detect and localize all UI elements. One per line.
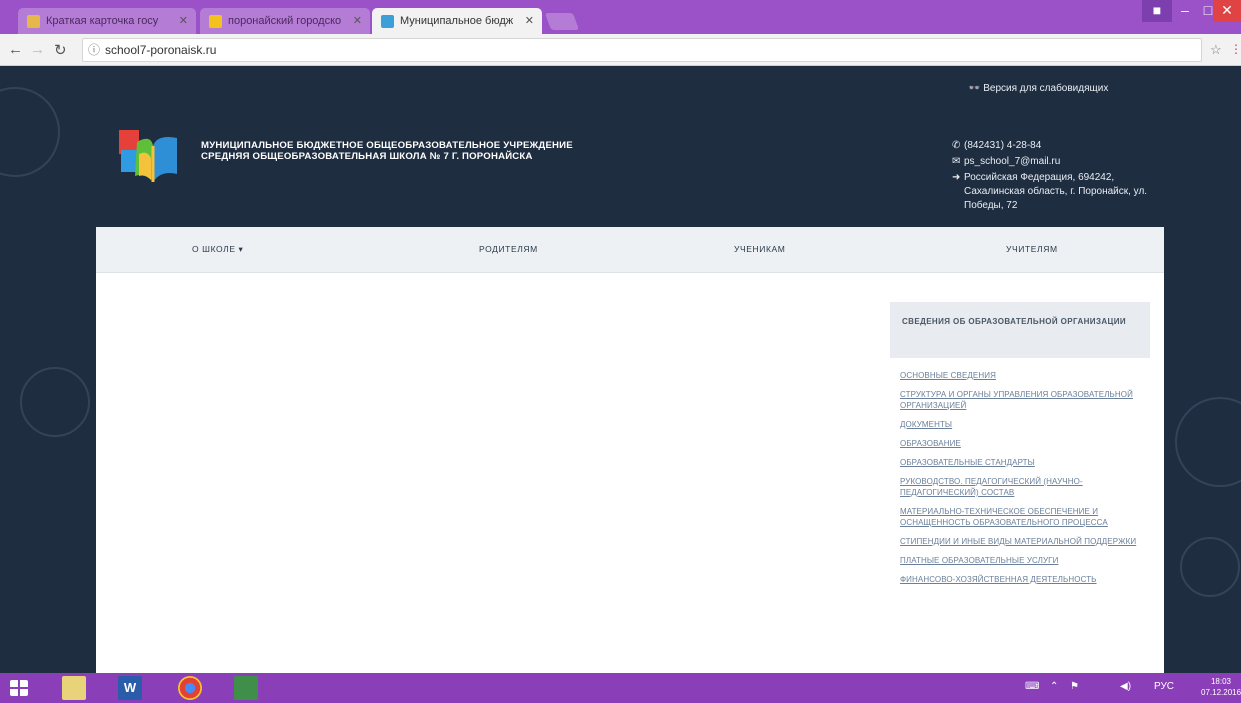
tab-favicon-icon — [27, 15, 40, 28]
website-viewport: Муниципальное бюджетное общеобразователь… — [0, 67, 1241, 673]
sidebar-link[interactable]: Образование — [900, 438, 1150, 449]
taskbar: W ⌨ ⌃ ⚑ ◀) РУС 18:03 07.12.2016 — [0, 673, 1241, 703]
address-bar: ← → ↻ ⓘ school7-poronaisk.ru ☆ ⋮ — [0, 34, 1241, 66]
network-icon[interactable]: ⚑ — [1070, 681, 1079, 692]
address-line: ➜ Российская Федерация, 694242, Сахалинск… — [952, 171, 1169, 213]
back-icon[interactable]: ← — [8, 41, 23, 58]
menu-item-teachers[interactable]: Учителям — [1006, 244, 1058, 254]
main-menu: О школе ▾ Родителям Ученикам Учителям — [96, 227, 1164, 273]
low-vision-label: Версия для слабовидящих — [983, 83, 1109, 94]
clock[interactable]: 18:03 07.12.2016 — [1201, 676, 1241, 698]
background-doodle — [0, 87, 60, 177]
tab-3-active[interactable]: Муниципальное бюдж ✕ — [372, 8, 542, 34]
sidebar-link[interactable]: Материально-техническое обеспечение и ос… — [900, 506, 1150, 528]
low-vision-link[interactable]: 👓 Версия для слабовидящих — [968, 83, 1108, 94]
clock-time: 18:03 — [1210, 677, 1232, 686]
phone-line: ✆ (842431) 4-28-84 — [952, 139, 1041, 153]
user-icon[interactable]: ■ — [1142, 0, 1172, 22]
file-explorer-icon[interactable] — [62, 676, 86, 700]
reload-icon[interactable]: ↻ — [54, 41, 67, 59]
close-icon[interactable]: ✕ — [179, 8, 188, 34]
sidebar-link[interactable]: Финансово-хозяйственная деятельность — [900, 574, 1150, 585]
tab-title: поронайский городско — [228, 15, 342, 27]
sidebar: Сведения об образовательной организации … — [890, 302, 1150, 584]
extension-icon[interactable]: ⋮ — [1230, 42, 1241, 56]
close-icon[interactable]: ✕ — [525, 8, 534, 34]
background-doodle — [20, 367, 90, 437]
background-doodle — [1180, 537, 1240, 597]
envelope-icon: ✉ — [952, 156, 961, 167]
tab-favicon-icon — [381, 15, 394, 28]
volume-icon[interactable]: ◀) — [1120, 681, 1131, 692]
excel-icon[interactable] — [234, 676, 258, 700]
clock-date: 07.12.2016 — [1201, 688, 1241, 697]
menu-item-about[interactable]: О школе ▾ — [192, 244, 243, 255]
background-doodle — [1175, 397, 1241, 487]
tab-1[interactable]: Краткая карточка госу ✕ — [18, 8, 196, 34]
close-window-button[interactable]: ✕ — [1213, 0, 1241, 22]
sidebar-link[interactable]: Основные сведения — [900, 370, 1150, 381]
sidebar-links: Основные сведения Структура и органы упр… — [900, 370, 1150, 593]
menu-item-students[interactable]: Ученикам — [734, 244, 785, 254]
tab-title: Муниципальное бюдж — [400, 15, 514, 27]
input-language[interactable]: РУС — [1154, 681, 1174, 692]
sidebar-link[interactable]: Документы — [900, 419, 1150, 430]
url-input[interactable]: ⓘ school7-poronaisk.ru — [82, 38, 1202, 62]
email-text: ps_school_7@mail.ru — [964, 156, 1061, 167]
bookmark-star-icon[interactable]: ☆ — [1210, 42, 1222, 58]
main-content: О школе ▾ Родителям Ученикам Учителям Св… — [96, 227, 1164, 673]
tab-2[interactable]: поронайский городско ✕ — [200, 8, 370, 34]
close-icon[interactable]: ✕ — [353, 8, 362, 34]
sidebar-link[interactable]: Стипендии и иные виды материальной подде… — [900, 536, 1150, 547]
forward-icon[interactable]: → — [30, 41, 45, 58]
word-icon[interactable]: W — [118, 676, 142, 700]
tray-chevron-icon[interactable]: ⌃ — [1050, 681, 1058, 692]
glasses-icon: 👓 — [968, 83, 984, 94]
info-icon[interactable]: ⓘ — [88, 39, 100, 61]
sidebar-heading: Сведения об образовательной организации — [890, 302, 1150, 358]
tab-title: Краткая карточка госу — [46, 15, 159, 27]
menu-item-parents[interactable]: Родителям — [479, 244, 538, 254]
browser-tab-bar: Краткая карточка госу ✕ поронайский горо… — [0, 0, 1241, 34]
sidebar-link[interactable]: Платные образовательные услуги — [900, 555, 1150, 566]
sidebar-link[interactable]: Образовательные стандарты — [900, 457, 1150, 468]
school-logo — [119, 130, 177, 182]
phone-icon: ✆ — [952, 140, 961, 151]
school-name: Муниципальное бюджетное общеобразователь… — [201, 140, 573, 162]
sidebar-link[interactable]: Структура и органы управления образовате… — [900, 389, 1150, 411]
map-pin-icon: ➜ — [952, 172, 961, 183]
keyboard-icon[interactable]: ⌨ — [1025, 681, 1039, 692]
tab-favicon-icon — [209, 15, 222, 28]
chrome-icon[interactable] — [178, 676, 202, 700]
new-tab-button[interactable] — [544, 13, 580, 30]
windows-start-icon[interactable] — [10, 680, 28, 696]
address-text: Российская Федерация, 694242, Сахалинска… — [964, 172, 1148, 211]
sidebar-link[interactable]: Руководство. Педагогический (научно-педа… — [900, 476, 1150, 498]
email-line[interactable]: ✉ ps_school_7@mail.ru — [952, 155, 1060, 169]
phone-text: (842431) 4-28-84 — [964, 140, 1042, 151]
url-text: school7-poronaisk.ru — [105, 43, 217, 57]
